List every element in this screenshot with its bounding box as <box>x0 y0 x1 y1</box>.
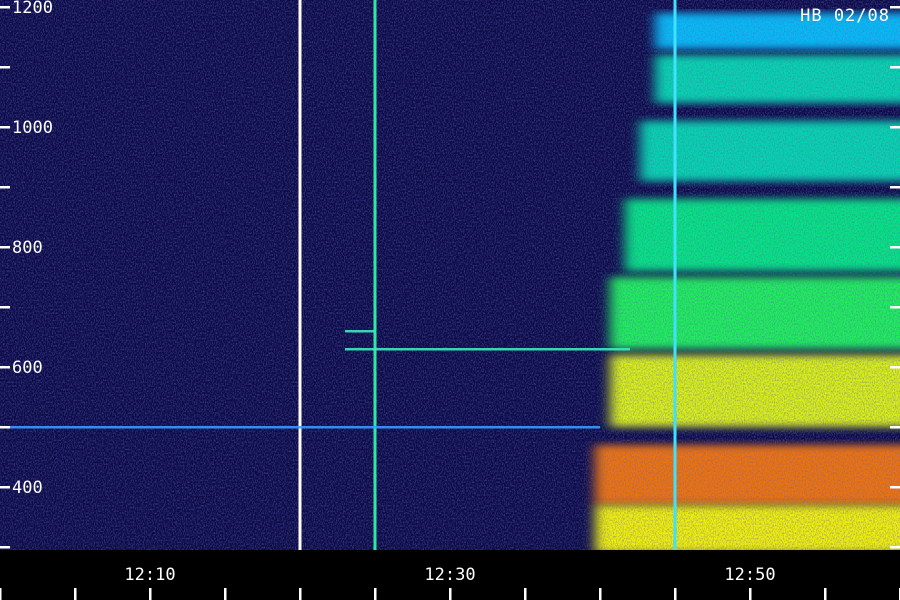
y-minor-tick-right <box>890 66 900 69</box>
x-tick <box>749 588 752 600</box>
y-major-tick-right <box>890 126 900 129</box>
y-major-tick-left <box>0 246 10 249</box>
horizontal-streak-2 <box>345 330 375 333</box>
x-tick-label: 12:10 <box>124 565 175 585</box>
x-tick <box>449 588 452 600</box>
x-tick <box>374 588 377 600</box>
y-minor-tick-left <box>0 546 10 549</box>
x-tick <box>149 588 152 600</box>
y-tick-label: 1000 <box>12 118 53 138</box>
y-minor-tick-left <box>0 66 10 69</box>
y-major-tick-left <box>0 486 10 489</box>
y-major-tick-left <box>0 126 10 129</box>
y-major-tick-right <box>890 246 900 249</box>
x-tick <box>524 588 527 600</box>
y-tick-label: 400 <box>12 478 43 498</box>
y-major-tick-right <box>890 366 900 369</box>
noise-texture <box>0 0 900 550</box>
x-tick <box>599 588 602 600</box>
y-minor-tick-right <box>890 186 900 189</box>
y-major-tick-right <box>890 486 900 489</box>
y-major-tick-left <box>0 366 10 369</box>
vertical-line-2 <box>673 0 677 600</box>
x-tick <box>824 588 827 600</box>
y-tick-label: 600 <box>12 358 43 378</box>
y-minor-tick-left <box>0 426 10 429</box>
x-tick <box>74 588 77 600</box>
vertical-line-1 <box>373 0 377 600</box>
date-stamp: HB 02/08 <box>800 6 890 26</box>
x-tick <box>0 588 2 600</box>
y-minor-tick-right <box>890 306 900 309</box>
y-minor-tick-right <box>890 426 900 429</box>
y-tick-label: 800 <box>12 238 43 258</box>
x-tick-label: 12:30 <box>424 565 475 585</box>
x-tick <box>674 588 677 600</box>
y-minor-tick-right <box>890 546 900 549</box>
x-tick <box>224 588 227 600</box>
y-major-tick-left <box>0 6 10 9</box>
x-tick-label: 12:50 <box>724 565 775 585</box>
y-minor-tick-left <box>0 186 10 189</box>
y-minor-tick-left <box>0 306 10 309</box>
spectrogram-chart: 400 600 800 1000 1200 12:10 12:30 12:50 <box>0 0 900 600</box>
x-tick <box>299 588 302 600</box>
y-major-tick-right <box>890 6 900 9</box>
horizontal-streak-0 <box>0 426 600 429</box>
spectrogram-view: 400 600 800 1000 1200 12:10 12:30 12:50 HB 02/0… <box>0 0 900 600</box>
y-tick-label: 1200 <box>12 0 53 18</box>
vertical-line-0 <box>298 0 302 600</box>
horizontal-streak-1 <box>345 348 630 351</box>
